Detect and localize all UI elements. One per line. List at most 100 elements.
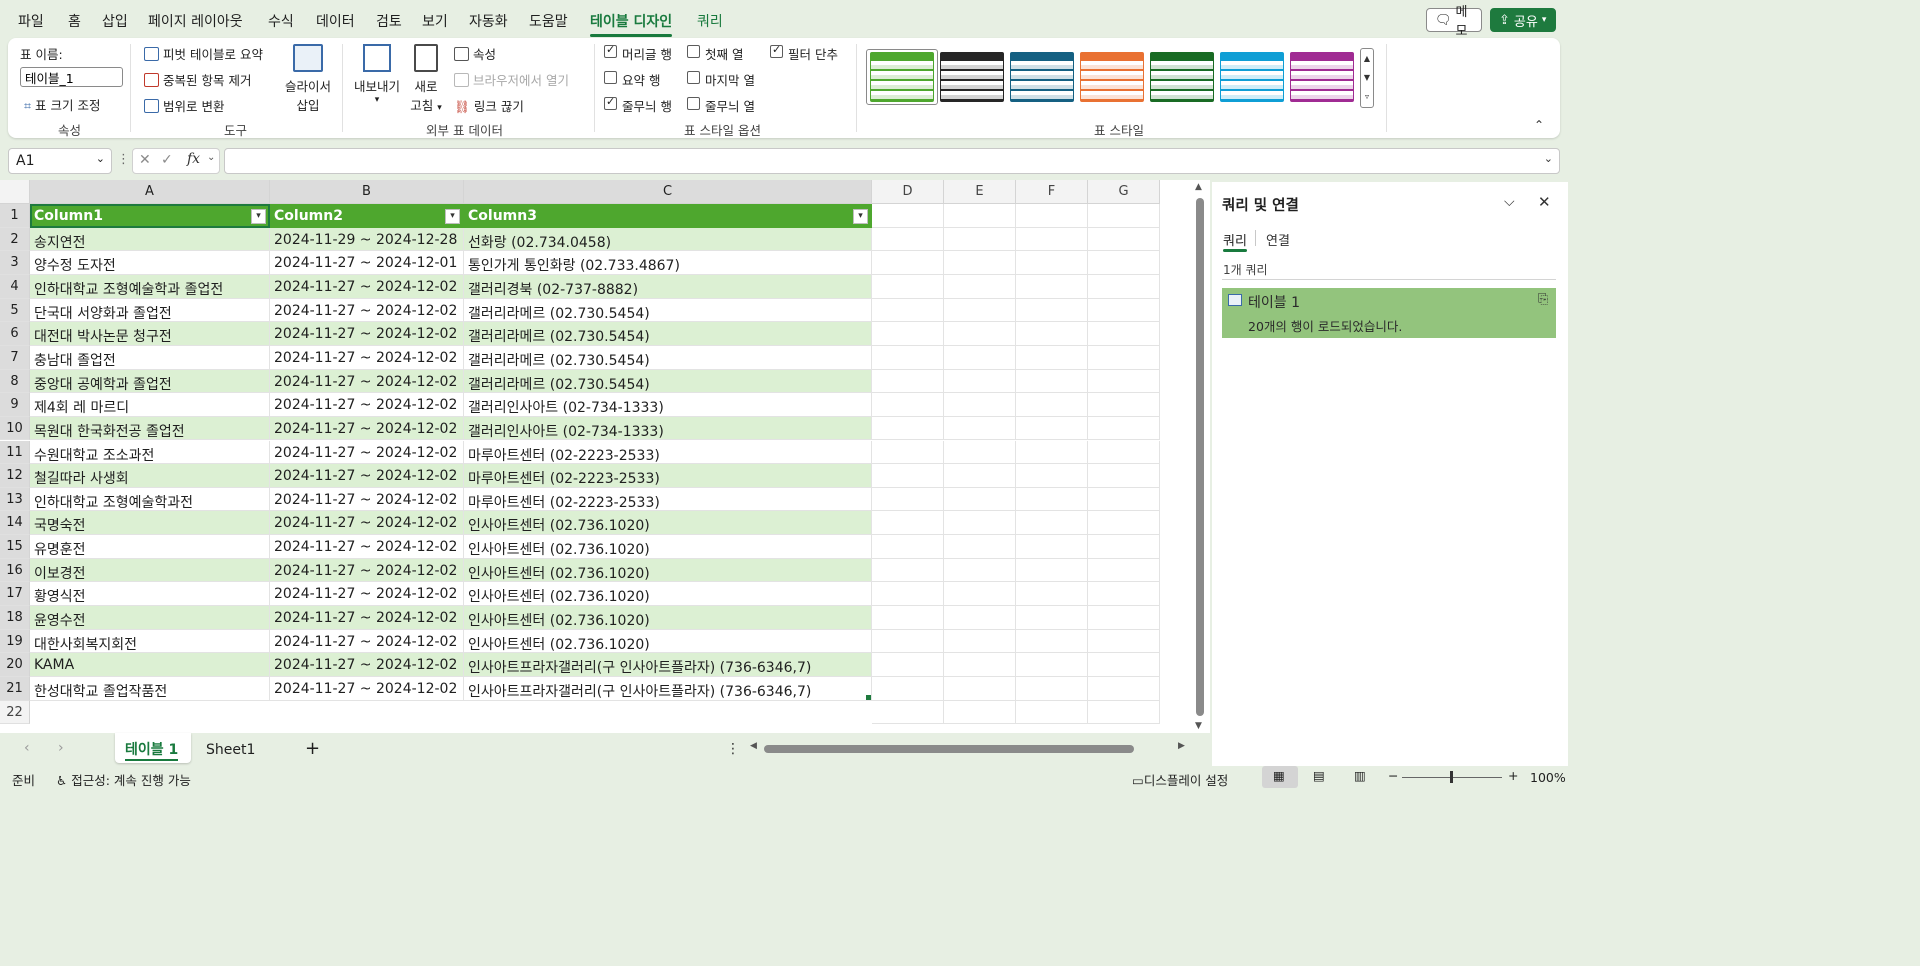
- more-options-icon[interactable]: ⋮: [117, 152, 130, 167]
- check-icon[interactable]: ✓: [161, 152, 173, 168]
- unlink-button[interactable]: ⛓ 링크 끊기: [454, 96, 524, 115]
- table-cell[interactable]: 갤러리라메르 (02.730.5454): [464, 298, 872, 323]
- cell[interactable]: [872, 677, 944, 701]
- cell[interactable]: [944, 369, 1016, 394]
- table-cell[interactable]: 마루아트센터 (02-2223-2533): [464, 440, 872, 465]
- cell[interactable]: [1088, 416, 1160, 441]
- tab-query[interactable]: 쿼리: [697, 11, 723, 31]
- table-cell[interactable]: 2024-11-27 ~ 2024-12-02: [270, 582, 464, 607]
- cell[interactable]: [872, 345, 944, 370]
- cell[interactable]: [1016, 416, 1088, 441]
- select-all-button[interactable]: [0, 180, 30, 204]
- cell[interactable]: [944, 582, 1016, 607]
- expand-formula-icon[interactable]: ⌄: [1544, 152, 1553, 165]
- cell[interactable]: [1088, 227, 1160, 252]
- table-cell[interactable]: 선화랑 (02.734.0458): [464, 227, 872, 252]
- table-header-cell[interactable]: Column1 ▾: [30, 204, 270, 228]
- table-style-light-blue[interactable]: [1220, 52, 1284, 102]
- table-cell[interactable]: 2024-11-27 ~ 2024-12-02: [270, 416, 464, 441]
- banded-columns-checkbox[interactable]: [687, 97, 700, 110]
- table-cell[interactable]: 충남대 졸업전: [30, 345, 270, 370]
- cell[interactable]: [1088, 558, 1160, 583]
- chevron-down-icon[interactable]: ⌵: [1504, 194, 1515, 210]
- export-button[interactable]: 내보내기 ▾: [350, 42, 404, 108]
- banded-rows-checkbox[interactable]: [604, 95, 617, 110]
- cell[interactable]: [944, 535, 1016, 559]
- table-cell[interactable]: 마루아트센터 (02-2223-2533): [464, 464, 872, 488]
- resize-table-button[interactable]: ⌗ 표 크기 조정: [24, 95, 100, 114]
- table-cell[interactable]: 갤러리인사아트 (02-734-1333): [464, 416, 872, 441]
- cell[interactable]: [1088, 464, 1160, 488]
- table-cell[interactable]: 인하대학교 조형예술학과 졸업전: [30, 274, 270, 299]
- table-cell[interactable]: 국명숙전: [30, 511, 270, 536]
- tab-view[interactable]: 보기: [422, 11, 448, 31]
- table-cell[interactable]: 인사아트프라자갤러리(구 인사아트플라자) (736-6346,7): [464, 653, 872, 677]
- table-cell[interactable]: 통인가게 통인화랑 (02.733.4867): [464, 251, 872, 275]
- cell[interactable]: [872, 204, 944, 228]
- table-cell[interactable]: 철길따라 사생회: [30, 464, 270, 488]
- cell[interactable]: [944, 298, 1016, 323]
- table-cell[interactable]: 2024-11-27 ~ 2024-12-02: [270, 511, 464, 536]
- normal-view-button[interactable]: ▦: [1262, 766, 1298, 788]
- column-header-g[interactable]: G: [1088, 180, 1160, 204]
- cell[interactable]: [1016, 345, 1088, 370]
- scroll-left-icon[interactable]: ◀: [750, 741, 757, 751]
- row-header[interactable]: 6: [0, 322, 30, 346]
- cell[interactable]: [1016, 629, 1088, 654]
- cell[interactable]: [872, 464, 944, 488]
- cell[interactable]: [944, 416, 1016, 441]
- row-header[interactable]: 14: [0, 511, 30, 536]
- cell[interactable]: [1016, 535, 1088, 559]
- chevron-down-icon[interactable]: ▼: [1361, 68, 1373, 87]
- table-resize-handle[interactable]: [866, 694, 871, 700]
- cell[interactable]: [1016, 440, 1088, 465]
- scroll-up-icon[interactable]: ▲: [1195, 182, 1202, 192]
- table-cell[interactable]: 2024-11-27 ~ 2024-12-02: [270, 369, 464, 394]
- cell[interactable]: [944, 606, 1016, 630]
- scroll-right-icon[interactable]: ▶: [1178, 741, 1185, 751]
- vertical-scrollbar[interactable]: ▲ ▼: [1190, 180, 1210, 733]
- refresh-query-icon[interactable]: ⎘: [1538, 292, 1548, 307]
- previous-sheet-icon[interactable]: ‹: [24, 740, 30, 756]
- properties-button[interactable]: 속성: [454, 44, 496, 63]
- cell[interactable]: [944, 251, 1016, 275]
- row-header[interactable]: 4: [0, 274, 30, 299]
- cell[interactable]: [1088, 700, 1160, 725]
- cell[interactable]: [1016, 251, 1088, 275]
- table-cell[interactable]: 송지연전: [30, 227, 270, 252]
- cell[interactable]: [1016, 204, 1088, 228]
- row-header[interactable]: 13: [0, 487, 30, 512]
- pivot-summary-button[interactable]: 피벗 테이블로 요약: [144, 44, 263, 63]
- tab-file[interactable]: 파일: [18, 11, 44, 31]
- scroll-thumb[interactable]: [1196, 198, 1204, 716]
- cell[interactable]: [872, 393, 944, 417]
- cell[interactable]: [944, 322, 1016, 346]
- tab-queries[interactable]: 쿼리: [1223, 230, 1247, 249]
- cell[interactable]: [1088, 653, 1160, 677]
- table-header-cell[interactable]: Column2 ▾: [270, 204, 464, 228]
- cell[interactable]: [1088, 582, 1160, 607]
- table-style-blue[interactable]: [1010, 52, 1074, 102]
- table-cell[interactable]: 인사아트센터 (02.736.1020): [464, 629, 872, 654]
- zoom-level[interactable]: 100%: [1530, 770, 1566, 785]
- table-cell[interactable]: 대전대 박사논문 청구전: [30, 322, 270, 346]
- tab-insert[interactable]: 삽입: [102, 11, 128, 31]
- table-cell[interactable]: 갤러리라메르 (02.730.5454): [464, 345, 872, 370]
- cell[interactable]: [1016, 582, 1088, 607]
- table-style-purple[interactable]: [1290, 52, 1354, 102]
- page-break-view-icon[interactable]: ▥: [1354, 768, 1366, 783]
- cell[interactable]: [1016, 653, 1088, 677]
- table-cell[interactable]: 2024-11-27 ~ 2024-12-02: [270, 464, 464, 488]
- cell[interactable]: [1088, 487, 1160, 512]
- scroll-down-icon[interactable]: ▼: [1195, 721, 1202, 731]
- cell[interactable]: [872, 251, 944, 275]
- sheet-tab-active[interactable]: 테이블 1: [115, 733, 191, 763]
- row-header[interactable]: 1: [0, 204, 30, 228]
- cell[interactable]: [1088, 677, 1160, 701]
- add-sheet-button[interactable]: +: [305, 738, 320, 759]
- zoom-out-button[interactable]: −: [1388, 768, 1398, 783]
- row-header[interactable]: 3: [0, 251, 30, 275]
- next-sheet-icon[interactable]: ›: [58, 740, 64, 756]
- cell[interactable]: [872, 606, 944, 630]
- cell[interactable]: [944, 393, 1016, 417]
